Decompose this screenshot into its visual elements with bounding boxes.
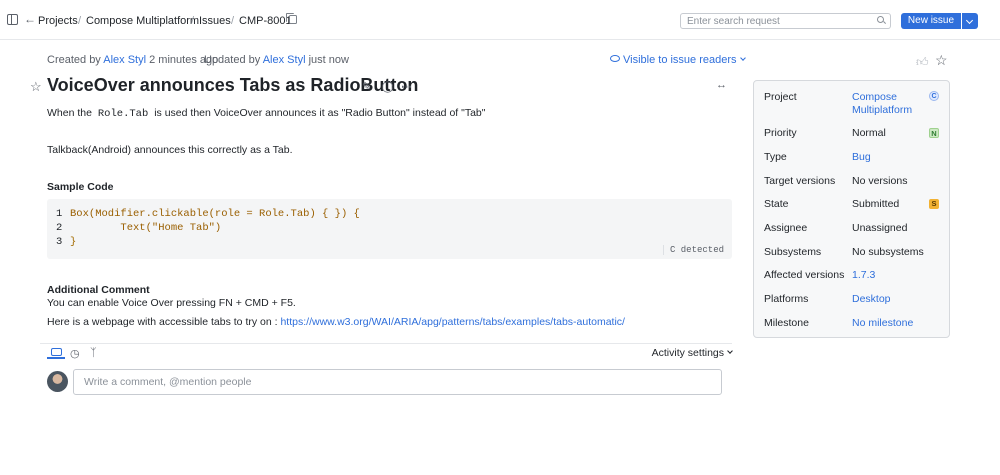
star-outline-icon[interactable]: ☆ xyxy=(30,79,42,95)
field-value[interactable]: Desktop xyxy=(852,293,928,306)
chevron-down-icon xyxy=(739,55,746,61)
line-number: 3 xyxy=(56,236,63,248)
talkback-line: Talkback(Android) announces this correct… xyxy=(47,144,293,156)
activity-settings-label: Activity settings xyxy=(651,347,724,359)
new-issue-button[interactable]: New issue xyxy=(901,13,961,29)
description-line: When the Role.Tab is used then VoiceOver… xyxy=(47,107,486,120)
state-badge: S xyxy=(929,199,939,209)
activity-settings-dropdown[interactable]: Activity settings xyxy=(651,347,733,359)
field-value[interactable]: No subsystems xyxy=(852,246,928,259)
field-label: Project xyxy=(764,91,797,103)
back-arrow-icon[interactable]: ← xyxy=(24,12,36,26)
history-icon[interactable]: ◷ xyxy=(70,347,80,360)
field-label: Type xyxy=(764,151,787,163)
code-text: Text("Home Tab") xyxy=(70,222,222,234)
language-detected-label: C detected xyxy=(662,245,724,255)
issue-fields-panel: Project Compose Multiplatform C Priority… xyxy=(753,80,950,338)
comments-tab-icon[interactable] xyxy=(51,348,62,356)
field-value[interactable]: Bug xyxy=(852,151,928,164)
line-number: 2 xyxy=(56,222,63,234)
visibility-label: Visible to issue readers xyxy=(623,54,737,66)
field-label: Affected versions xyxy=(764,269,845,281)
webpage-line: Here is a webpage with accessible tabs t… xyxy=(47,316,625,328)
field-label: Platforms xyxy=(764,293,809,305)
vcs-branch-icon[interactable]: ᛉ xyxy=(90,347,97,359)
field-label: Target versions xyxy=(764,175,836,187)
search-input[interactable] xyxy=(680,13,891,29)
code-text: } xyxy=(70,236,77,248)
breadcrumb-separator: / xyxy=(191,15,195,27)
updater-link[interactable]: Alex Styl xyxy=(263,54,306,66)
visibility-dropdown[interactable]: Visible to issue readers xyxy=(610,54,746,66)
code-block: 1 Box(Modifier.clickable(role = Role.Tab)… xyxy=(47,199,732,259)
field-value[interactable]: Submitted xyxy=(852,198,928,211)
additional-comment-heading: Additional Comment xyxy=(47,284,150,296)
breadcrumb-issues[interactable]: Issues xyxy=(199,15,231,27)
priority-badge: N xyxy=(929,128,939,138)
avatar xyxy=(47,371,68,392)
updated-by-prefix: Updated by xyxy=(204,54,261,66)
line-number: 1 xyxy=(56,208,63,220)
project-icon: C xyxy=(929,91,939,101)
sidebar-toggle-icon[interactable] xyxy=(7,14,18,25)
active-tab-underline xyxy=(47,357,65,359)
chevron-down-icon xyxy=(727,348,733,354)
code-text: Box(Modifier.clickable(role = Role.Tab) … xyxy=(70,208,360,220)
eye-icon xyxy=(610,55,620,62)
inline-code: Role.Tab xyxy=(97,108,149,120)
comment-input[interactable] xyxy=(73,369,722,395)
more-options-icon[interactable]: ⋯ xyxy=(401,80,412,93)
additional-comment-text: You can enable Voice Over pressing FN + … xyxy=(47,297,296,309)
created-by-line: Created by Alex Styl 2 minutes ago xyxy=(47,54,218,66)
field-value[interactable]: Normal xyxy=(852,127,928,140)
field-label: Assignee xyxy=(764,222,808,234)
webpage-prefix: Here is a webpage with accessible tabs t… xyxy=(47,316,278,328)
copy-icon[interactable] xyxy=(286,13,297,24)
activity-bar: ◷ ᛉ Activity settings xyxy=(40,343,733,360)
new-issue-dropdown-button[interactable] xyxy=(962,13,978,29)
breadcrumb-project[interactable]: Compose Multiplatform xyxy=(86,15,199,27)
top-bar: ← Projects / Compose Multiplatform / Iss… xyxy=(0,0,1000,40)
breadcrumb-separator: / xyxy=(78,15,82,27)
field-value[interactable]: No milestone xyxy=(852,317,928,330)
updated-time: just now xyxy=(308,54,349,66)
code-line: 1 Box(Modifier.clickable(role = Role.Tab)… xyxy=(56,208,360,220)
code-line: 3} xyxy=(56,236,76,248)
field-value[interactable]: Unassigned xyxy=(852,222,928,235)
field-label: State xyxy=(764,198,789,210)
field-value[interactable]: No versions xyxy=(852,175,928,188)
updated-by-line: Updated by Alex Styl just now xyxy=(204,54,349,66)
field-label: Subsystems xyxy=(764,246,822,258)
field-value[interactable]: Compose Multiplatform xyxy=(852,91,928,117)
created-by-prefix: Created by xyxy=(47,54,101,66)
description-text: When the xyxy=(47,107,92,119)
field-label: Priority xyxy=(764,127,797,139)
expand-horizontal-icon[interactable]: ↔ xyxy=(716,79,727,91)
field-value[interactable]: 1.7.3 xyxy=(852,269,928,282)
breadcrumb-issue-id: CMP-8001 xyxy=(239,15,292,27)
breadcrumb-projects[interactable]: Projects xyxy=(38,15,78,27)
breadcrumb-separator: / xyxy=(231,15,235,27)
code-line: 2 Text("Home Tab") xyxy=(56,222,221,234)
webpage-link[interactable]: https://www.w3.org/WAI/ARIA/apg/patterns… xyxy=(280,316,625,328)
field-label: Milestone xyxy=(764,317,809,329)
sample-code-heading: Sample Code xyxy=(47,181,114,193)
edit-pencil-icon[interactable]: ✎ xyxy=(362,80,371,93)
search-icon[interactable] xyxy=(877,16,884,23)
creator-link[interactable]: Alex Styl xyxy=(103,54,146,66)
thumbs-up-icon[interactable]: 👍︎ xyxy=(916,55,929,70)
description-text: is used then VoiceOver announces it as "… xyxy=(154,107,486,119)
star-icon[interactable]: ☆ xyxy=(935,52,948,69)
